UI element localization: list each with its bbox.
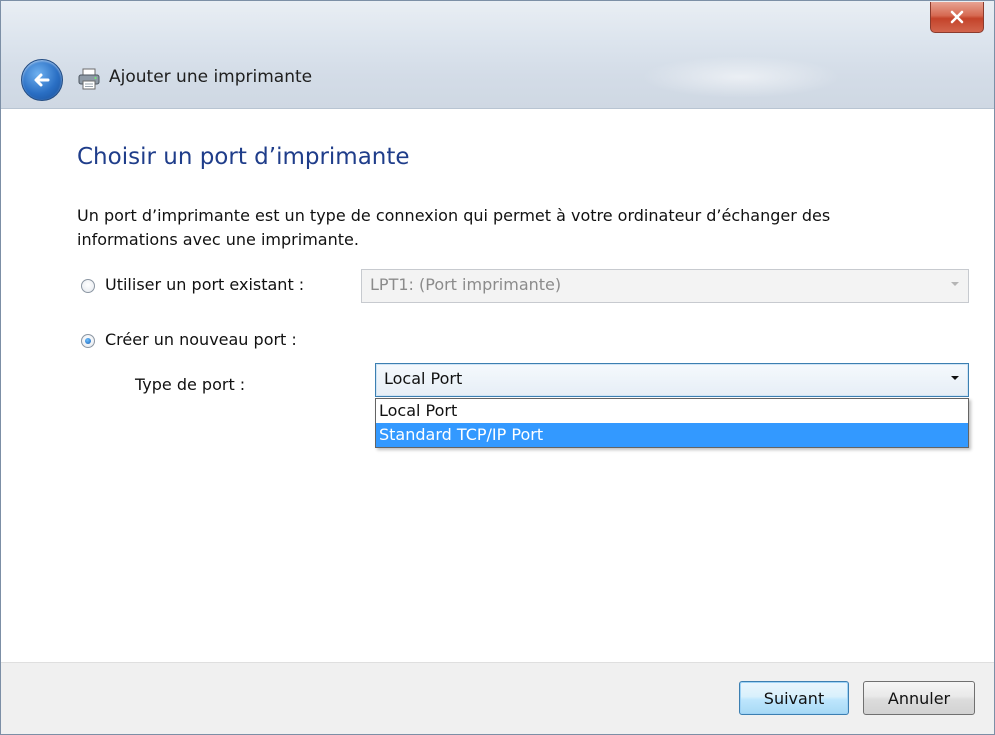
page-description: Un port d’imprimante est un type de conn… bbox=[77, 206, 831, 249]
window-title: Ajouter une imprimante bbox=[109, 67, 313, 87]
cancel-button[interactable]: Annuler bbox=[863, 681, 975, 715]
port-type-combo-value: Local Port bbox=[384, 369, 463, 388]
title-bar-glow bbox=[641, 56, 841, 98]
new-port-radio[interactable] bbox=[81, 334, 95, 348]
back-button[interactable] bbox=[21, 59, 63, 101]
chevron-down-icon bbox=[951, 282, 959, 286]
page-heading: Choisir un port d’imprimante bbox=[77, 144, 410, 170]
port-type-option-local[interactable]: Local Port bbox=[376, 399, 968, 423]
printer-icon bbox=[78, 68, 100, 90]
new-port-label[interactable]: Créer un nouveau port : bbox=[105, 330, 297, 349]
back-arrow-icon bbox=[34, 73, 50, 87]
port-type-dropdown-list: Local Port Standard TCP/IP Port bbox=[375, 398, 969, 448]
title-bar: Ajouter une imprimante bbox=[1, 1, 994, 109]
add-printer-window: Ajouter une imprimante Choisir un port d… bbox=[0, 0, 995, 735]
port-type-option-tcpip[interactable]: Standard TCP/IP Port bbox=[376, 423, 968, 447]
close-button[interactable] bbox=[930, 2, 984, 33]
next-button[interactable]: Suivant bbox=[739, 681, 849, 715]
existing-port-combo-value: LPT1: (Port imprimante) bbox=[370, 275, 562, 294]
existing-port-combo[interactable]: LPT1: (Port imprimante) bbox=[361, 269, 969, 303]
port-type-label: Type de port : bbox=[135, 375, 246, 394]
existing-port-label[interactable]: Utiliser un port existant : bbox=[105, 275, 304, 294]
chevron-down-icon bbox=[951, 376, 959, 380]
port-type-combo[interactable]: Local Port bbox=[375, 363, 969, 397]
close-icon bbox=[950, 10, 964, 24]
existing-port-radio[interactable] bbox=[81, 279, 95, 293]
